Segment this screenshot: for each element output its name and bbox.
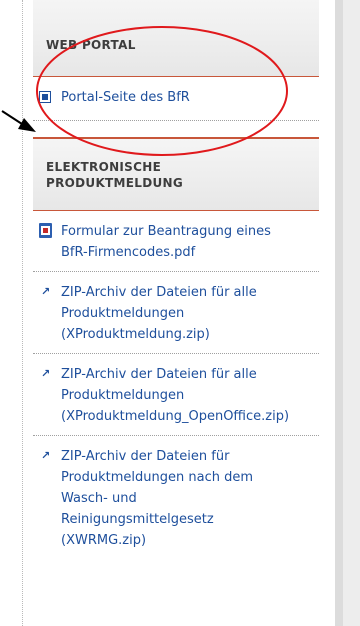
left-divider	[0, 0, 23, 626]
download-list: Formular zur Beantragung eines BfR-Firme…	[33, 211, 319, 559]
download-label: ZIP-Archiv der Dateien für Produktmeldun…	[61, 449, 254, 548]
arrow-icon: ↗	[41, 367, 51, 380]
download-label: Formular zur Beantragung eines BfR-Firme…	[61, 224, 271, 260]
download-link-xwrmg-zip[interactable]: ↗ ZIP-Archiv der Dateien für Produktmeld…	[33, 436, 319, 559]
download-label: ZIP-Archiv der Dateien für alle Produktm…	[61, 285, 257, 342]
download-link-firmencode-pdf[interactable]: Formular zur Beantragung eines BfR-Firme…	[33, 211, 319, 272]
download-link-xproduktmeldung-openoffice-zip[interactable]: ↗ ZIP-Archiv der Dateien für alle Produk…	[33, 354, 319, 436]
annotation-ellipse	[36, 26, 288, 156]
download-link-xproduktmeldung-zip[interactable]: ↗ ZIP-Archiv der Dateien für alle Produk…	[33, 272, 319, 354]
elek-title-line1: ELEKTRONISCHE	[46, 160, 162, 174]
arrow-icon: ↗	[41, 449, 51, 462]
arrow-icon: ↗	[41, 285, 51, 298]
elek-title-line2: PRODUKTMELDUNG	[46, 176, 184, 190]
download-label: ZIP-Archiv der Dateien für alle Produktm…	[61, 367, 290, 424]
right-panel	[335, 0, 360, 626]
pdf-icon	[39, 221, 57, 242]
